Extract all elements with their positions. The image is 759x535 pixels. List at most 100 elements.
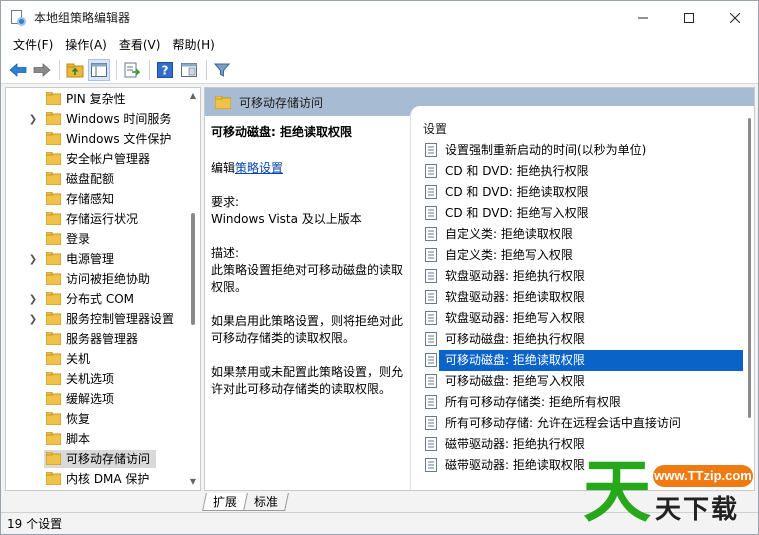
menu-action[interactable]: 操作(A) bbox=[59, 34, 113, 56]
tree-item-label: 访问被拒绝协助 bbox=[66, 272, 151, 286]
setting-row[interactable]: 软盘驱动器: 拒绝写入权限 bbox=[421, 308, 743, 329]
tree-item[interactable]: Windows 文件保护 bbox=[6, 129, 188, 149]
tree-item[interactable]: 磁盘配额 bbox=[6, 169, 188, 189]
setting-row[interactable]: 磁带驱动器: 拒绝执行权限 bbox=[421, 434, 743, 455]
chevron-right-icon[interactable]: ❯ bbox=[28, 109, 38, 129]
setting-row[interactable]: 自定义类: 拒绝写入权限 bbox=[421, 245, 743, 266]
tree-item[interactable]: PIN 复杂性 bbox=[6, 89, 188, 109]
policy-setting-icon bbox=[425, 185, 437, 199]
tree-item-label: 登录 bbox=[66, 232, 91, 246]
description-text-2: 如果启用此策略设置，则将拒绝对此可移动存储类的读取权限。 bbox=[211, 314, 404, 345]
description: 描述: 此策略设置拒绝对可移动磁盘的读取权限。 bbox=[211, 245, 404, 296]
tree-item-label: 磁盘配额 bbox=[66, 172, 115, 186]
setting-row[interactable]: CD 和 DVD: 拒绝写入权限 bbox=[421, 203, 743, 224]
requirements-value: Windows Vista 及以上版本 bbox=[211, 212, 362, 226]
setting-label: 软盘驱动器: 拒绝执行权限 bbox=[445, 269, 585, 283]
tree-scrollbar[interactable]: ▲ ▼ bbox=[186, 88, 200, 490]
folder-icon bbox=[46, 312, 61, 325]
tree-item[interactable]: 关机选项 bbox=[6, 369, 188, 389]
tree-item[interactable]: 登录 bbox=[6, 229, 188, 249]
tree-item[interactable]: 缓解选项 bbox=[6, 389, 188, 409]
minimize-button[interactable] bbox=[620, 1, 666, 34]
menu-help[interactable]: 帮助(H) bbox=[166, 34, 220, 56]
title-bar[interactable]: 本地组策略编辑器 bbox=[1, 1, 758, 34]
tree-item[interactable]: 恢复 bbox=[6, 409, 188, 429]
setting-label: 所有可移动存储: 允许在远程会话中直接访问 bbox=[445, 416, 681, 430]
up-folder-icon bbox=[66, 63, 84, 77]
back-button[interactable] bbox=[7, 59, 29, 81]
tree-item[interactable]: ❯ 电源管理 bbox=[6, 249, 188, 269]
tree-item-label: 分布式 COM bbox=[66, 292, 134, 306]
policy-settings-link[interactable]: 策略设置 bbox=[235, 161, 283, 175]
setting-row[interactable]: CD 和 DVD: 拒绝读取权限 bbox=[421, 182, 743, 203]
tree-item[interactable]: 访问被拒绝协助 bbox=[6, 269, 188, 289]
help-button[interactable]: ? bbox=[154, 59, 176, 81]
view-tabs: 扩展 标准 bbox=[202, 491, 289, 511]
maximize-button[interactable] bbox=[666, 1, 712, 34]
export-list-button[interactable] bbox=[121, 59, 143, 81]
folder-icon bbox=[46, 392, 61, 405]
tree-item-label: 关机 bbox=[66, 352, 91, 366]
folder-icon bbox=[46, 352, 61, 365]
tree-item[interactable]: 关机 bbox=[6, 349, 188, 369]
tree-item[interactable]: 服务器管理器 bbox=[6, 329, 188, 349]
toolbar-separator bbox=[116, 59, 117, 80]
settings-list[interactable]: 设置 设置强制重新启动的时间(以秒为单位) CD 和 DVD: 拒绝执行权限 CD … bbox=[410, 106, 754, 490]
policy-setting-icon bbox=[425, 458, 437, 472]
folder-icon bbox=[46, 152, 61, 165]
menu-view[interactable]: 查看(V) bbox=[113, 34, 167, 56]
folder-icon bbox=[46, 92, 61, 105]
tab-standard[interactable]: 标准 bbox=[243, 493, 289, 511]
tree-item-label: 脚本 bbox=[66, 432, 91, 446]
tree-pane[interactable]: PIN 复杂性 ❯ Windows 时间服务 Windows 文件保护 安全帐户管理器磁… bbox=[5, 87, 201, 491]
properties-button[interactable] bbox=[178, 59, 200, 81]
tree-item[interactable]: ❯ 服务控制管理器设置 bbox=[6, 309, 188, 329]
watermark-text: 天下载 bbox=[655, 495, 740, 525]
folder-icon bbox=[46, 232, 61, 245]
close-button[interactable] bbox=[712, 1, 758, 34]
tree-item[interactable]: 脚本 bbox=[6, 429, 188, 449]
tree-item[interactable]: 可移动存储访问 bbox=[6, 449, 188, 469]
settings-scrollbar[interactable] bbox=[742, 106, 754, 490]
scroll-up-icon[interactable]: ▲ bbox=[189, 92, 197, 100]
scroll-down-icon[interactable]: ▼ bbox=[189, 478, 197, 486]
tree-item[interactable]: ❯ Windows 时间服务 bbox=[6, 109, 188, 129]
settings-column-header[interactable]: 设置 bbox=[423, 120, 447, 137]
chevron-right-icon[interactable]: ❯ bbox=[28, 309, 38, 329]
folder-icon bbox=[46, 172, 61, 185]
folder-icon bbox=[46, 132, 61, 145]
setting-row[interactable]: 可移动磁盘: 拒绝执行权限 bbox=[421, 329, 743, 350]
help-icon: ? bbox=[157, 61, 173, 78]
setting-row[interactable]: 所有可移动存储类: 拒绝所有权限 bbox=[421, 392, 743, 413]
scrollbar-thumb[interactable] bbox=[748, 118, 751, 418]
tree-item[interactable]: 存储运行状况 bbox=[6, 209, 188, 229]
tab-extended[interactable]: 扩展 bbox=[202, 493, 248, 511]
scrollbar-thumb[interactable] bbox=[191, 213, 195, 325]
filter-button[interactable] bbox=[211, 59, 233, 81]
tree-item-label: 存储感知 bbox=[66, 192, 115, 206]
folder-icon bbox=[46, 112, 61, 125]
tree-item[interactable]: 存储感知 bbox=[6, 189, 188, 209]
folder-icon bbox=[46, 372, 61, 385]
setting-row[interactable]: 可移动磁盘: 拒绝读取权限 bbox=[421, 350, 743, 371]
setting-row[interactable]: 所有可移动存储: 允许在远程会话中直接访问 bbox=[421, 413, 743, 434]
policy-setting-icon bbox=[425, 311, 437, 325]
setting-row[interactable]: 设置强制重新启动的时间(以秒为单位) bbox=[421, 140, 743, 161]
forward-button[interactable] bbox=[31, 59, 53, 81]
menu-file[interactable]: 文件(F) bbox=[7, 34, 59, 56]
setting-label: CD 和 DVD: 拒绝读取权限 bbox=[445, 185, 589, 199]
setting-row[interactable]: 软盘驱动器: 拒绝执行权限 bbox=[421, 266, 743, 287]
policy-title: 可移动磁盘: 拒绝读取权限 bbox=[211, 125, 352, 139]
tree-item[interactable]: 内核 DMA 保护 bbox=[6, 469, 188, 489]
tree-item[interactable]: ❯ 分布式 COM bbox=[6, 289, 188, 309]
tree-item[interactable]: 安全帐户管理器 bbox=[6, 149, 188, 169]
chevron-right-icon[interactable]: ❯ bbox=[28, 249, 38, 269]
up-one-level-button[interactable] bbox=[64, 59, 86, 81]
setting-row[interactable]: 软盘驱动器: 拒绝读取权限 bbox=[421, 287, 743, 308]
setting-label: CD 和 DVD: 拒绝执行权限 bbox=[445, 164, 589, 178]
show-hide-tree-button[interactable] bbox=[88, 58, 110, 81]
setting-row[interactable]: 自定义类: 拒绝读取权限 bbox=[421, 224, 743, 245]
setting-row[interactable]: 可移动磁盘: 拒绝写入权限 bbox=[421, 371, 743, 392]
setting-row[interactable]: CD 和 DVD: 拒绝执行权限 bbox=[421, 161, 743, 182]
chevron-right-icon[interactable]: ❯ bbox=[28, 289, 38, 309]
